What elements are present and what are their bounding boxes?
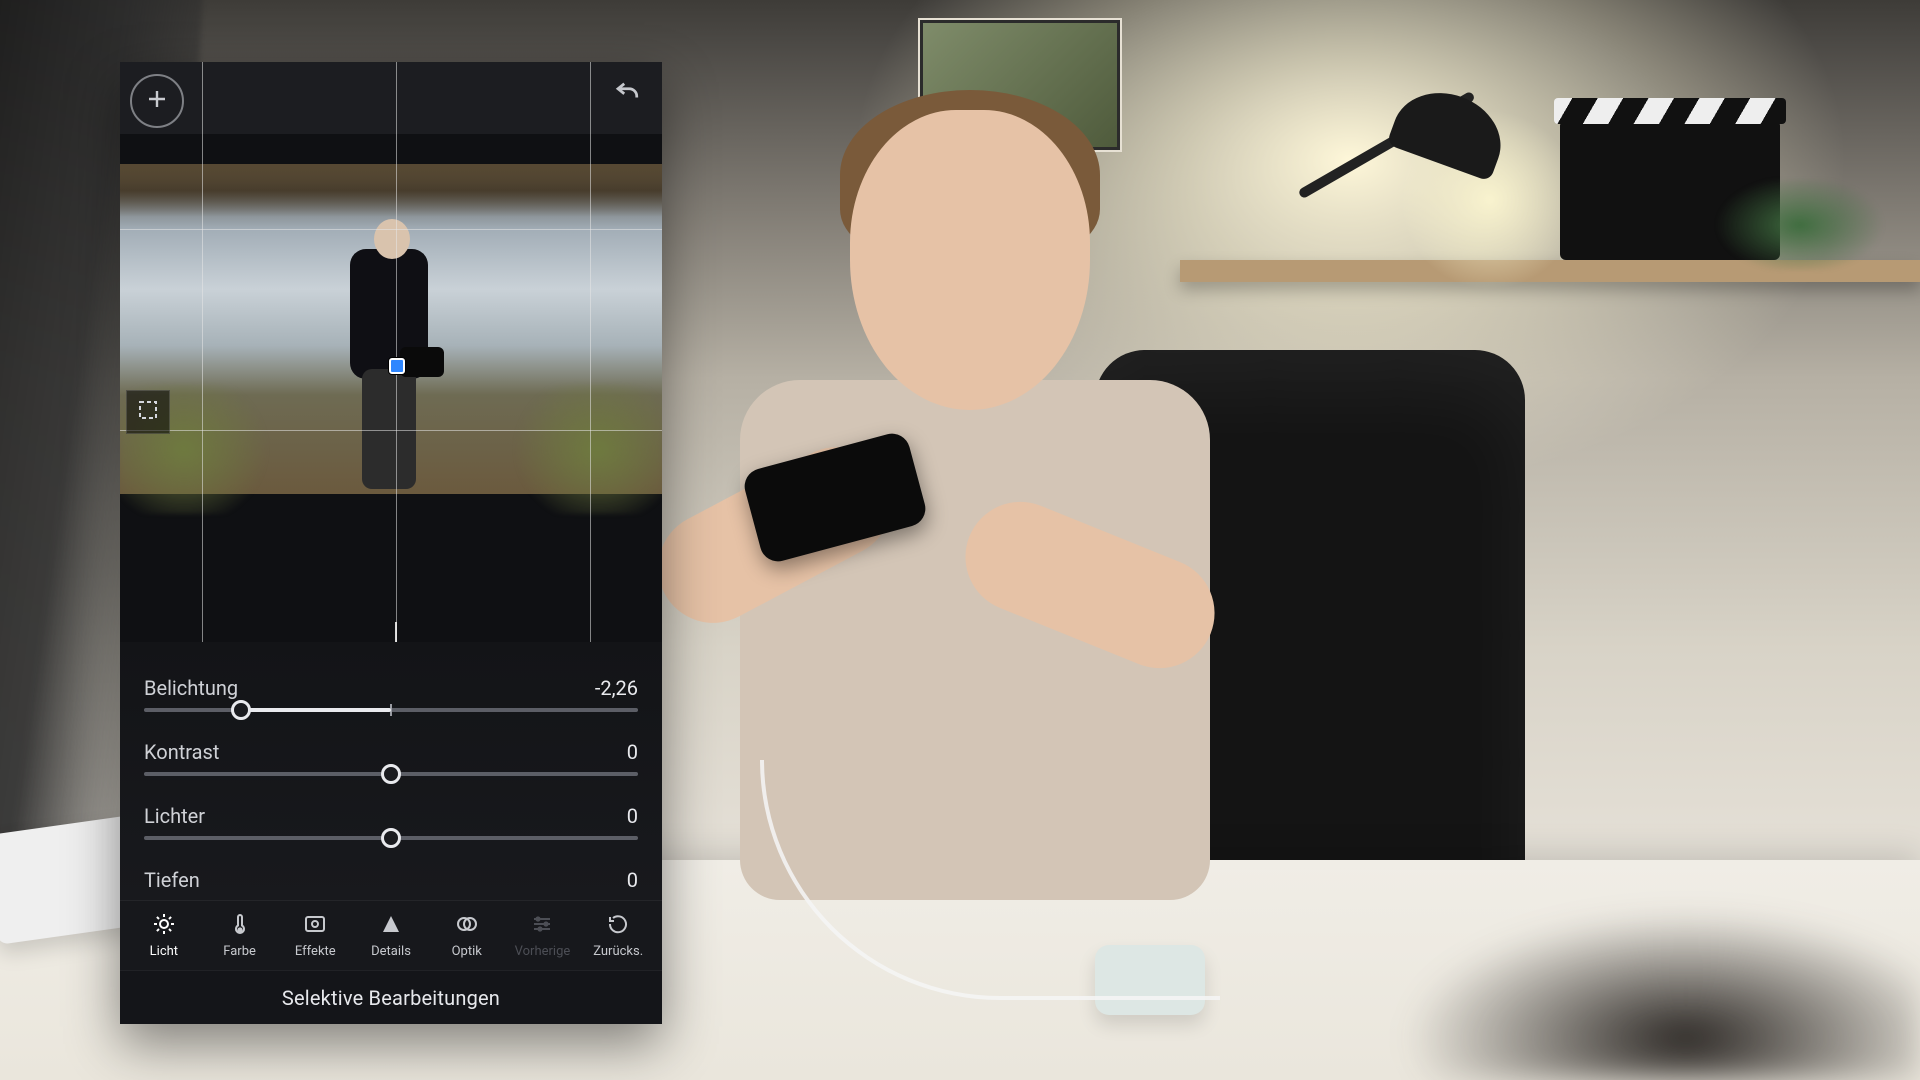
- slider-track-belichtung[interactable]: [144, 708, 638, 712]
- slider-belichtung: Belichtung -2,26: [144, 676, 638, 712]
- tool-label: Licht: [150, 944, 178, 959]
- lightroom-mobile-panel: Belichtung -2,26 Kontrast 0 Lichter: [120, 62, 662, 1024]
- photo-grass-right: [502, 384, 662, 514]
- vignette-icon: [303, 912, 327, 940]
- tool-licht[interactable]: Licht: [126, 906, 202, 965]
- tool-label: Farbe: [223, 944, 256, 959]
- tool-label: Zurücks.: [593, 944, 643, 959]
- plus-icon: [145, 87, 169, 115]
- slider-tiefen: Tiefen 0: [144, 868, 638, 892]
- slider-value: 0: [627, 804, 638, 828]
- tool-label: Optik: [452, 944, 482, 959]
- footer-title: Selektive Bearbeitungen: [166, 986, 616, 1010]
- tool-vorherige: Vorherige: [505, 906, 581, 965]
- revert-icon: [606, 912, 630, 940]
- tool-zuruecks[interactable]: Zurücks.: [580, 906, 656, 965]
- selection-icon: [136, 398, 160, 426]
- slider-lichter: Lichter 0: [144, 804, 638, 840]
- tool-details[interactable]: Details: [353, 906, 429, 965]
- confirm-button[interactable]: [616, 982, 648, 1014]
- tool-label: Details: [371, 944, 411, 959]
- triangle-icon: [379, 912, 403, 940]
- slider-kontrast: Kontrast 0: [144, 740, 638, 776]
- undo-button[interactable]: [608, 72, 648, 112]
- slider-track-kontrast[interactable]: [144, 772, 638, 776]
- tool-label: Effekte: [295, 944, 336, 959]
- slider-label: Belichtung: [144, 676, 238, 700]
- sliders-panel: Belichtung -2,26 Kontrast 0 Lichter: [120, 642, 662, 900]
- footer: Selektive Bearbeitungen: [120, 970, 662, 1024]
- tool-farbe[interactable]: Farbe: [202, 906, 278, 965]
- slider-label: Kontrast: [144, 740, 219, 764]
- mask-control-point[interactable]: [389, 358, 405, 374]
- add-button[interactable]: [130, 74, 184, 128]
- topbar: [120, 62, 662, 134]
- slider-label: Tiefen: [144, 868, 200, 892]
- slider-value: 0: [627, 740, 638, 764]
- undo-icon: [613, 75, 643, 109]
- sliders-icon: [530, 912, 554, 940]
- close-button[interactable]: [134, 982, 166, 1014]
- sun-icon: [152, 912, 176, 940]
- image-canvas[interactable]: [120, 134, 662, 642]
- selection-tool-button[interactable]: [126, 390, 170, 434]
- slider-label: Lichter: [144, 804, 205, 828]
- lens-icon: [455, 912, 479, 940]
- tool-effekte[interactable]: Effekte: [277, 906, 353, 965]
- tool-label: Vorherige: [515, 944, 571, 959]
- desk-lamp: [1280, 40, 1500, 260]
- slider-value: 0: [627, 868, 638, 892]
- slider-value: -2,26: [595, 676, 638, 700]
- slider-track-lichter[interactable]: [144, 836, 638, 840]
- tool-optik[interactable]: Optik: [429, 906, 505, 965]
- thermometer-icon: [228, 912, 252, 940]
- edited-photo: [120, 164, 662, 494]
- plant: [1690, 180, 1910, 270]
- tools-row: Licht Farbe Effekte Details Optik: [120, 900, 662, 970]
